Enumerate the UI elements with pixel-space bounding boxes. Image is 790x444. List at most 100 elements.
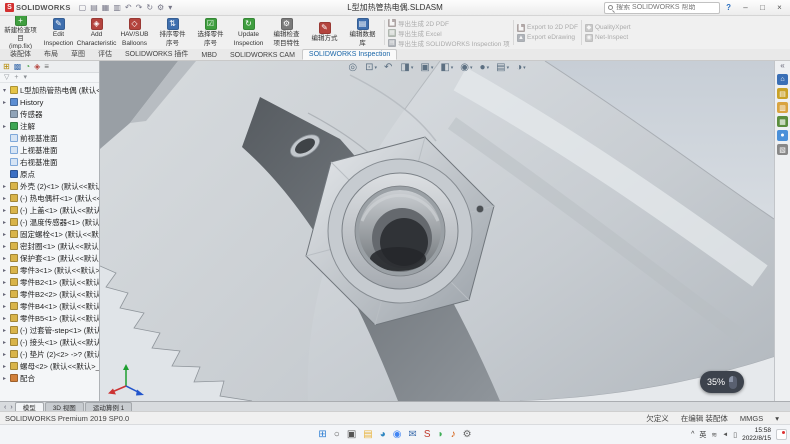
search-button[interactable]: ○: [334, 430, 340, 440]
tree-root-item[interactable]: ▾ L型加热管热电偶 (默认<默认_显示状态-1: [0, 84, 99, 96]
ribbon-button[interactable]: ↻ Update Inspection: [230, 17, 267, 48]
browser-button[interactable]: ◉: [393, 430, 402, 440]
command-tab[interactable]: 评估: [92, 48, 118, 60]
file-explorer-icon[interactable]: ▥: [777, 102, 788, 113]
open-icon[interactable]: ▤: [90, 4, 98, 12]
command-tab[interactable]: 草图: [65, 48, 91, 60]
expander-icon[interactable]: ▸: [3, 363, 10, 370]
tree-item[interactable]: 上视基准面: [0, 144, 99, 156]
redo-icon[interactable]: ↷: [136, 4, 143, 12]
ribbon-small-button[interactable]: ▲ Export eDrawing: [517, 33, 578, 42]
tree-item[interactable]: ▸ 外壳 (2)<1> (默认<<默认>_显示状态: [0, 180, 99, 192]
display-style-icon[interactable]: ◧ ▾: [440, 63, 453, 73]
expander-icon[interactable]: ▸: [3, 339, 10, 346]
expander-icon[interactable]: ▸: [3, 243, 10, 250]
view-palette-icon[interactable]: ▦: [777, 116, 788, 127]
tree-item[interactable]: 传感器: [0, 108, 99, 120]
ribbon-small-button[interactable]: ▙ 导出生成 2D PDF: [388, 18, 510, 27]
expander-icon[interactable]: ▸: [3, 291, 10, 298]
expander-icon[interactable]: ▸: [3, 99, 10, 106]
tree-item[interactable]: ▸ 固定螺栓<1> (默认<<默认>_显示状: [0, 228, 99, 240]
featuremanager-tab-icon[interactable]: ⊞: [3, 63, 10, 71]
options-icon[interactable]: ⚙: [157, 4, 164, 12]
tree-item[interactable]: ▸ History: [0, 96, 99, 108]
search-input[interactable]: [616, 4, 716, 11]
ribbon-button[interactable]: ✎ Edit Inspection: [40, 17, 77, 48]
solidworks-app-button[interactable]: S: [424, 430, 431, 440]
settings-button[interactable]: ⚙: [463, 430, 472, 440]
maximize-button[interactable]: □: [754, 1, 771, 15]
ribbon-small-button[interactable]: ▦ 导出生成 Excel: [388, 28, 510, 37]
volume-icon[interactable]: ◄: [722, 432, 728, 438]
zoom-area-icon[interactable]: ⊡ ▾: [365, 63, 377, 73]
ribbon-button[interactable]: ◇ HAV/SUB Balloons: [116, 17, 153, 48]
tree-item[interactable]: 右视基准面: [0, 156, 99, 168]
ribbon-button[interactable]: + 新建检查项目 (imp.fix): [2, 17, 39, 48]
notifications-icon[interactable]: [776, 429, 787, 440]
model-tab[interactable]: 运动算例 1: [85, 402, 132, 411]
rebuild-icon[interactable]: ↻: [146, 4, 153, 12]
tree-item[interactable]: 前视基准面: [0, 132, 99, 144]
view-settings-icon[interactable]: ◑ ▾: [516, 63, 526, 73]
resources-icon[interactable]: ⌂: [777, 74, 788, 85]
model-tab[interactable]: 3D 视图: [45, 402, 84, 411]
chat-app-button[interactable]: ◗: [438, 430, 444, 440]
command-tab[interactable]: MBD: [195, 51, 223, 60]
edit-appearance-icon[interactable]: ● ▾: [480, 63, 490, 73]
ribbon-button[interactable]: ⇅ 排序零件 序号: [154, 17, 191, 48]
tree-item[interactable]: ▸ (-) 上盖<1> (默认<<默认>_显示状态: [0, 204, 99, 216]
tree-item[interactable]: ▸ 零件B2<2> (默认<<默认>_显示状: [0, 288, 99, 300]
ribbon-button[interactable]: ⚙ 编辑检查 项目特性: [268, 17, 305, 48]
new-document-icon[interactable]: ▢: [79, 4, 87, 12]
expander-icon[interactable]: ▸: [3, 231, 10, 238]
tree-item[interactable]: ▸ 注解: [0, 120, 99, 132]
ime-indicator[interactable]: 英: [699, 430, 706, 440]
tree-item[interactable]: ▸ 零件B5<1> (默认<<默认>_显示状: [0, 312, 99, 324]
task-view-button[interactable]: ▣: [347, 430, 356, 440]
command-tab[interactable]: 装配体: [4, 48, 37, 60]
edge-browser-button[interactable]: ◕: [380, 430, 386, 440]
expander-icon[interactable]: ▸: [3, 315, 10, 322]
hide-show-items-icon[interactable]: ◉ ▾: [460, 63, 472, 73]
minimize-button[interactable]: –: [737, 1, 754, 15]
close-button[interactable]: ×: [771, 1, 788, 15]
model-tab[interactable]: 模型: [15, 402, 44, 411]
clock[interactable]: 15:58 2022/8/15: [742, 427, 771, 443]
ribbon-small-button[interactable]: ▙ Export to 2D PDF: [517, 23, 578, 32]
design-library-icon[interactable]: ▤: [777, 88, 788, 99]
tree-item[interactable]: ▸ (-) 热电偶杆<1> (默认<<默认>_显示: [0, 192, 99, 204]
ribbon-button[interactable]: ✎ 编辑方式: [306, 17, 343, 48]
expand-icon[interactable]: +: [14, 74, 18, 81]
tree-item[interactable]: ▸ (-) 垫片 (2)<2> ->? (默认<<默认>_: [0, 348, 99, 360]
status-item[interactable]: MMGS: [740, 414, 763, 423]
expander-icon[interactable]: ▸: [3, 375, 10, 382]
section-view-icon[interactable]: ◨ ▾: [400, 63, 413, 73]
tree-item[interactable]: ▸ (-) 接头<1> (默认<<默认>_显示状态: [0, 336, 99, 348]
status-item[interactable]: 欠定义: [646, 413, 669, 424]
ribbon-small-button[interactable]: ▤ 导出生成 SOLIDWORKS Inspection 项目: [388, 38, 510, 47]
expander-icon[interactable]: ▸: [3, 303, 10, 310]
expander-icon[interactable]: ▸: [3, 267, 10, 274]
tree-item[interactable]: ▸ 零件B2<1> (默认<<默认>_显示状: [0, 276, 99, 288]
hidden-icons-chevron[interactable]: ^: [691, 431, 694, 438]
custom-properties-icon[interactable]: ▧: [777, 144, 788, 155]
configurationmanager-tab-icon[interactable]: ◔: [25, 63, 30, 71]
expander-icon[interactable]: ▸: [3, 123, 10, 130]
ribbon-button[interactable]: ☑ 选择零件 序号: [192, 17, 229, 48]
zoom-fit-icon[interactable]: ◎: [348, 63, 358, 73]
ribbon-button[interactable]: ▤ 编辑数据 库: [344, 17, 381, 48]
network-icon[interactable]: ≋: [711, 431, 717, 439]
apply-scene-icon[interactable]: ▤ ▾: [496, 63, 509, 73]
file-explorer-button[interactable]: ▤: [363, 430, 372, 440]
tree-item[interactable]: ▸ 零件3<1> (默认<<默认>_显示状态: [0, 264, 99, 276]
dropdown-icon[interactable]: ▾: [168, 4, 172, 12]
filter-icon[interactable]: ▽: [4, 74, 9, 81]
battery-icon[interactable]: ▯: [733, 431, 737, 439]
expander-icon[interactable]: ▸: [3, 255, 10, 262]
tree-item[interactable]: ▸ (-) 过套管-step<1> (默认<<默认>_: [0, 324, 99, 336]
undo-icon[interactable]: ↶: [125, 4, 132, 12]
media-app-button[interactable]: ♪: [451, 430, 456, 440]
ribbon-small-button[interactable]: ◆ QualityXpert: [585, 23, 631, 32]
expander-icon[interactable]: ▸: [3, 195, 10, 202]
start-button[interactable]: ⊞: [318, 430, 326, 440]
